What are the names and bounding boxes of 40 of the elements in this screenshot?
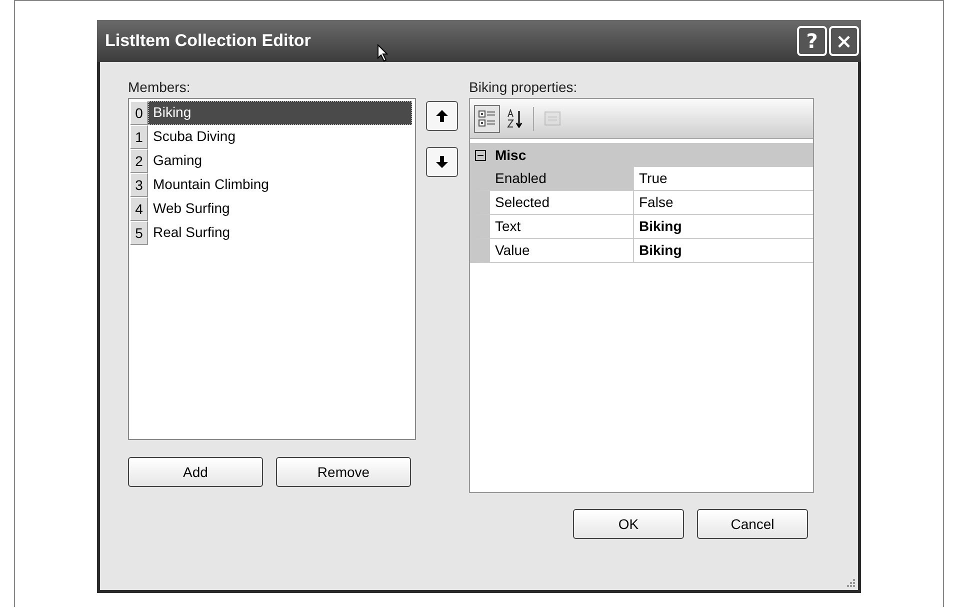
property-value[interactable]: Biking [634, 215, 813, 238]
property-pages-icon [542, 109, 562, 128]
up-arrow-icon [436, 110, 448, 122]
list-item[interactable]: Mountain Climbing [148, 173, 412, 197]
property-name[interactable]: Enabled [490, 167, 634, 190]
window-title: ListItem Collection Editor [105, 31, 311, 51]
property-name[interactable]: Value [490, 239, 634, 262]
move-up-button[interactable] [426, 101, 458, 131]
property-value[interactable]: False [634, 191, 813, 214]
close-button[interactable]: × [829, 26, 859, 56]
property-value[interactable]: Biking [634, 239, 813, 262]
list-item[interactable]: Scuba Diving [148, 125, 412, 149]
ok-button[interactable]: OK [573, 509, 684, 539]
index-label: 3 [130, 173, 148, 197]
cursor-icon [377, 44, 389, 62]
property-name[interactable]: Selected [490, 191, 634, 214]
resize-grip-icon [846, 578, 856, 588]
index-label: 0 [130, 101, 148, 125]
list-item[interactable]: Web Surfing [148, 197, 412, 221]
category-label: Misc [495, 147, 526, 163]
add-button[interactable]: Add [128, 457, 263, 487]
collapse-icon[interactable] [475, 150, 486, 160]
sort-icon [506, 109, 524, 128]
index-label: 1 [130, 125, 148, 149]
down-arrow-icon [436, 156, 448, 168]
list-item[interactable]: Gaming [148, 149, 412, 173]
categorized-button[interactable] [474, 104, 500, 132]
help-button[interactable]: ? [797, 26, 827, 56]
list-item[interactable]: Real Surfing [148, 221, 412, 245]
remove-button[interactable]: Remove [276, 457, 411, 487]
categorized-icon [478, 109, 496, 128]
properties-label: Biking properties: [469, 79, 578, 95]
list-item[interactable]: Biking [148, 101, 412, 125]
property-name[interactable]: Text [490, 215, 634, 238]
cancel-button[interactable]: Cancel [697, 509, 808, 539]
index-label: 2 [130, 149, 148, 173]
index-label: 5 [130, 221, 148, 245]
property-value[interactable]: True [634, 167, 813, 190]
index-label: 4 [130, 197, 148, 221]
move-down-button[interactable] [426, 147, 458, 177]
